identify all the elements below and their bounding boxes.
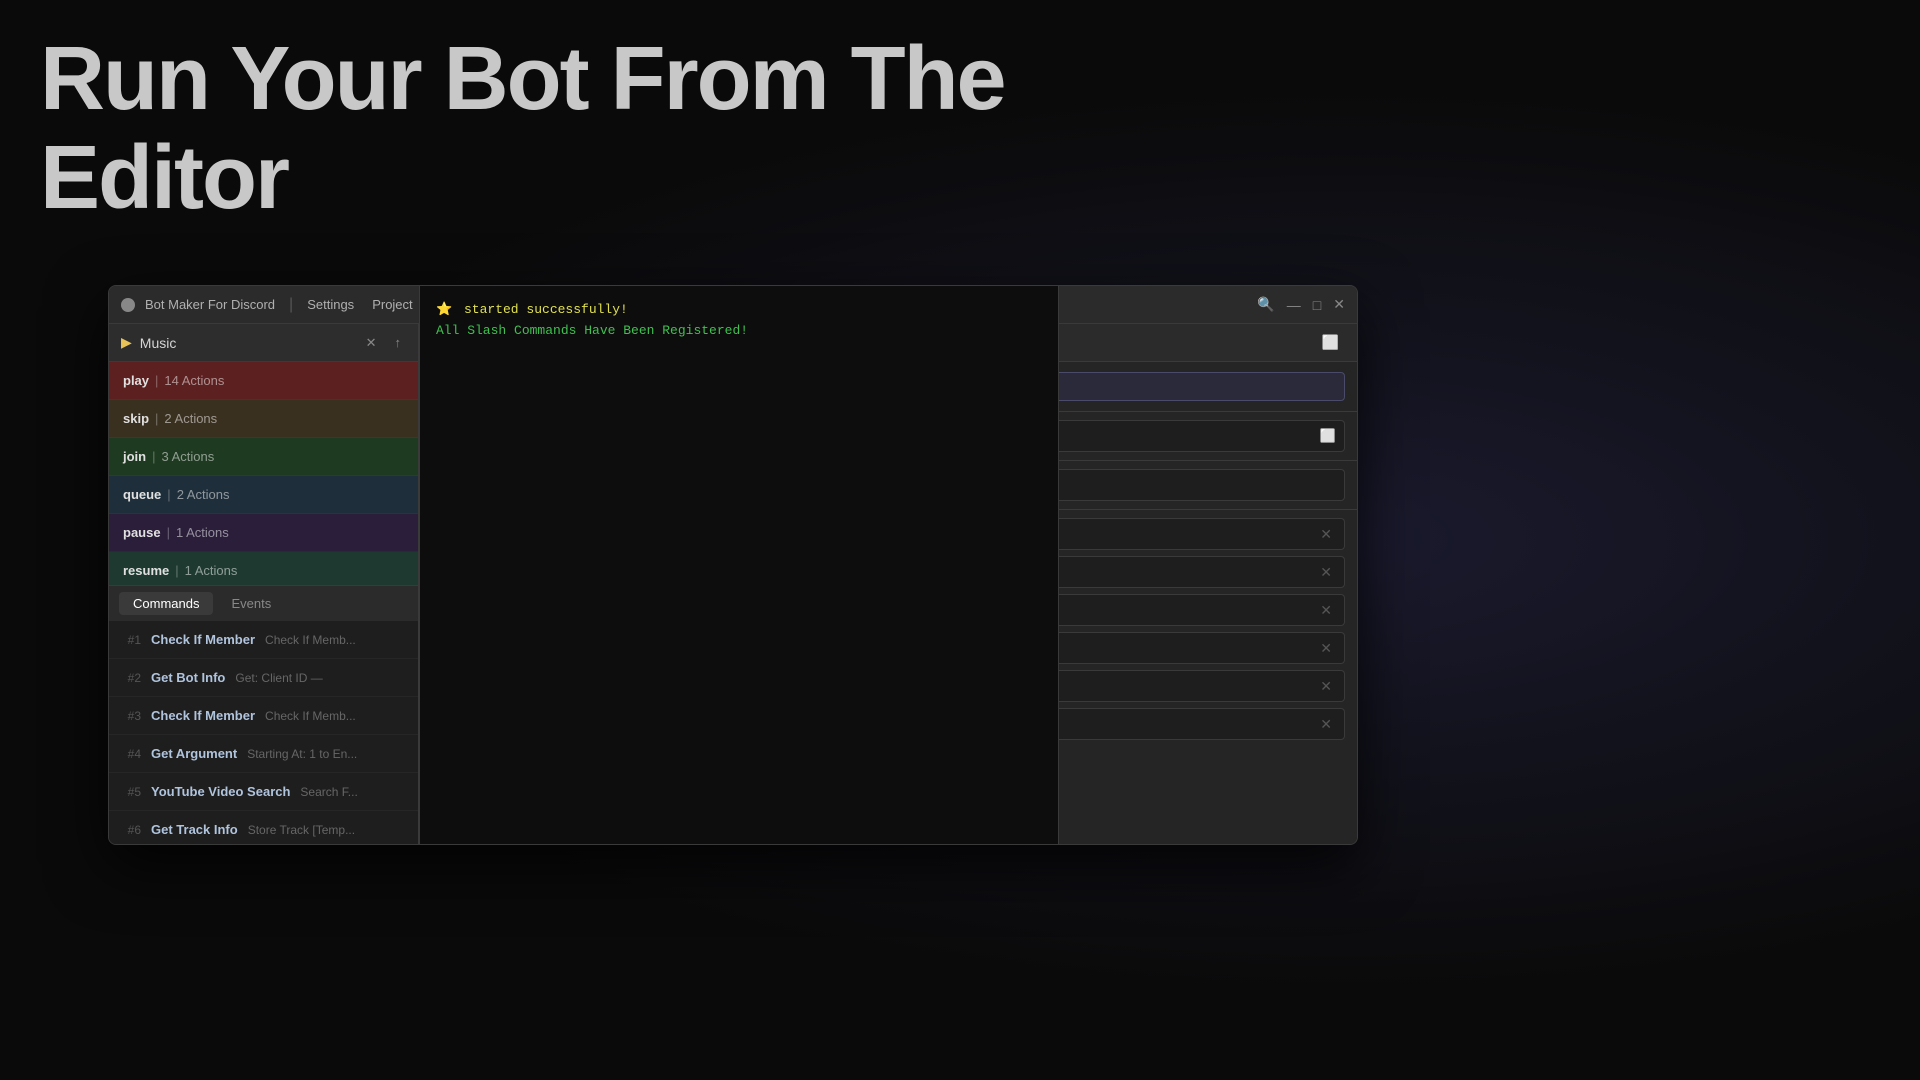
action-num: #6 — [119, 823, 141, 837]
bottom-tabs: Commands Events — [109, 585, 418, 621]
menu-project[interactable]: Project — [364, 295, 420, 314]
action-desc: Get: Client ID — — [235, 671, 322, 685]
folder-name: Music — [140, 335, 353, 351]
terminal-output: ⭐ started successfully! All Slash Comman… — [420, 286, 1058, 354]
action-num: #1 — [119, 633, 141, 647]
command-item-resume[interactable]: resume | 1 Actions — [109, 552, 418, 585]
input-icon: ⬜ — [1320, 428, 1336, 444]
tab-commands[interactable]: Commands — [119, 592, 213, 615]
action-name: Get Track Info — [151, 822, 238, 837]
star-icon: ⭐ — [436, 302, 452, 317]
file-header: ▶ Music ✕ ↑ — [109, 324, 418, 362]
action-num: #3 — [119, 709, 141, 723]
option-close-btn[interactable]: ✕ — [1316, 600, 1336, 621]
option-close-btn[interactable]: ✕ — [1316, 524, 1336, 545]
option-close-btn[interactable]: ✕ — [1316, 638, 1336, 659]
command-item-queue[interactable]: queue | 2 Actions — [109, 476, 418, 514]
command-item-play[interactable]: play | 14 Actions — [109, 362, 418, 400]
command-actions-play: 14 Actions — [164, 373, 224, 388]
option-close-btn[interactable]: ✕ — [1316, 676, 1336, 697]
terminal-line-1: started successfully! — [464, 302, 628, 317]
command-name-join: join — [123, 449, 146, 464]
action-num: #5 — [119, 785, 141, 799]
action-name: Check If Member — [151, 708, 255, 723]
action-desc: Search F... — [300, 785, 357, 799]
command-actions-join: 3 Actions — [162, 449, 215, 464]
action-item[interactable]: #2 Get Bot Info Get: Client ID — — [109, 659, 418, 697]
action-name: YouTube Video Search — [151, 784, 290, 799]
command-name-pause: pause — [123, 525, 161, 540]
option-close-btn[interactable]: ✕ — [1316, 714, 1336, 735]
folder-icon: ▶ — [121, 334, 132, 351]
action-item[interactable]: #5 YouTube Video Search Search F... — [109, 773, 418, 811]
window-controls: 🔍 — □ ✕ — [1257, 296, 1345, 313]
action-desc: Check If Memb... — [265, 633, 356, 647]
action-desc: Store Track [Temp... — [248, 823, 355, 837]
search-icon[interactable]: 🔍 — [1257, 296, 1274, 313]
command-item-pause[interactable]: pause | 1 Actions — [109, 514, 418, 552]
action-item[interactable]: #4 Get Argument Starting At: 1 to En... — [109, 735, 418, 773]
export-icon[interactable]: ⬜ — [1316, 332, 1345, 353]
command-name-queue: queue — [123, 487, 161, 502]
command-item-join[interactable]: join | 3 Actions — [109, 438, 418, 476]
maximize-icon[interactable]: □ — [1313, 297, 1321, 313]
menu-settings[interactable]: Settings — [299, 295, 362, 314]
command-actions-pause: 1 Actions — [176, 525, 229, 540]
command-name-skip: skip — [123, 411, 149, 426]
minimize-icon[interactable]: — — [1287, 297, 1301, 313]
action-num: #2 — [119, 671, 141, 685]
action-name: Get Argument — [151, 746, 237, 761]
action-name: Get Bot Info — [151, 670, 225, 685]
command-name-play: play — [123, 373, 149, 388]
close-icon[interactable]: ✕ — [1333, 296, 1345, 313]
action-item[interactable]: #1 Check If Member Check If Memb... — [109, 621, 418, 659]
app-window: Bot Maker For Discord | Settings Project… — [108, 285, 1358, 845]
actions-list: #1 Check If Member Check If Memb... #2 G… — [109, 621, 418, 844]
command-actions-skip: 2 Actions — [164, 411, 217, 426]
action-item[interactable]: #6 Get Track Info Store Track [Temp... — [109, 811, 418, 844]
option-close-btn[interactable]: ✕ — [1316, 562, 1336, 583]
action-desc: Check If Memb... — [265, 709, 356, 723]
terminal-panel: ⭐ started successfully! All Slash Comman… — [419, 286, 1059, 844]
pin-tab-btn[interactable]: ↑ — [390, 333, 407, 352]
command-name-resume: resume — [123, 563, 169, 578]
left-panel: ▶ Music ✕ ↑ play | 14 Actions skip | 2 A… — [109, 324, 419, 844]
app-name: Bot Maker For Discord — [145, 297, 275, 312]
close-tab-btn[interactable]: ✕ — [361, 333, 382, 353]
hero-title: Run Your Bot From The Editor — [40, 30, 1005, 228]
action-item[interactable]: #3 Check If Member Check If Memb... — [109, 697, 418, 735]
terminal-line-2: All Slash Commands Have Been Registered! — [436, 323, 748, 338]
action-desc: Starting At: 1 to En... — [247, 747, 357, 761]
action-num: #4 — [119, 747, 141, 761]
command-actions-queue: 2 Actions — [177, 487, 230, 502]
command-list: play | 14 Actions skip | 2 Actions join … — [109, 362, 418, 585]
app-body: ▶ Music ✕ ↑ play | 14 Actions skip | 2 A… — [109, 324, 1357, 844]
command-item-skip[interactable]: skip | 2 Actions — [109, 400, 418, 438]
command-actions-resume: 1 Actions — [185, 563, 238, 578]
action-name: Check If Member — [151, 632, 255, 647]
window-circle — [121, 298, 135, 312]
tab-events[interactable]: Events — [217, 592, 285, 615]
